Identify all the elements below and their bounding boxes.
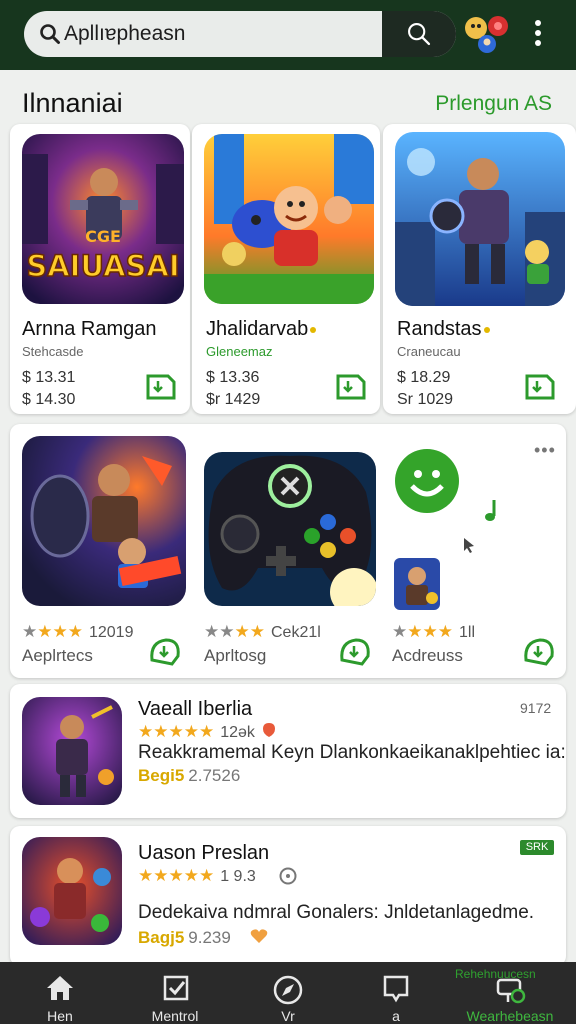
info-icon[interactable] — [278, 866, 298, 886]
install-icon[interactable] — [146, 634, 182, 668]
app-thumbnail[interactable] — [22, 436, 186, 606]
app-price-secondary: Sr 1029 — [397, 391, 454, 408]
app-thumbnail-small[interactable] — [394, 558, 440, 610]
install-icon[interactable] — [336, 634, 372, 668]
nav-manage[interactable]: Mentrol — [130, 962, 220, 1024]
home-icon — [47, 976, 73, 1000]
chat-icon — [383, 975, 409, 1003]
nav-messages[interactable]: a — [356, 962, 436, 1024]
app-thumbnail — [22, 837, 122, 945]
list-item-description: Dedekaiva ndmral Gonalers: Jnldetanlaged… — [138, 902, 535, 923]
list-item-rating: ★★★★★ 12ək — [138, 722, 255, 741]
badge-icon — [263, 723, 275, 737]
compass-icon — [273, 975, 303, 1005]
list-item-meta: Begi5 2.7526 — [138, 766, 241, 785]
heart-icon[interactable] — [250, 928, 268, 944]
app-name: Randstas — [397, 318, 490, 341]
list-item-size: 9172 — [520, 700, 552, 716]
search-bar[interactable]: Apllıɐpheasn — [24, 11, 456, 57]
app-thumbnail — [22, 697, 122, 805]
app-subtitle: Craneucau — [397, 344, 461, 359]
app-status: Acdreuss — [392, 646, 463, 665]
status-dot — [483, 327, 490, 333]
app-price: $ 13.31 — [22, 369, 76, 386]
app-card[interactable]: Jhalidarvab Gleneemaz $ 13.36 $r 1429 — [192, 124, 380, 414]
list-item-description: Reakkramemal Keyn Dlankonkaeikanaklpehti… — [138, 742, 566, 763]
app-status: Aprltosg — [204, 646, 267, 665]
install-icon[interactable] — [332, 368, 368, 402]
nav-explore[interactable]: Vr — [248, 962, 328, 1024]
cursor-icon — [464, 538, 474, 553]
app-rating: ★★★★ 12019 — [22, 622, 134, 641]
app-name: Arnna Ramgan — [22, 318, 157, 340]
list-item-title: Vaeall Iberlia — [138, 698, 253, 720]
list-item-title: Uason Preslan — [138, 842, 270, 864]
app-subtitle: Stehcasde — [22, 344, 84, 359]
app-logo-smiley-icon[interactable] — [394, 448, 460, 514]
search-icon — [408, 23, 431, 46]
search-query[interactable]: Apllıɐpheasn — [64, 22, 185, 46]
app-card[interactable]: Randstas Craneucau $ 18.29 Sr 1029 — [383, 124, 576, 414]
app-thumbnail — [204, 134, 374, 304]
more-options-icon[interactable]: ••• — [534, 440, 556, 461]
app-thumbnail[interactable] — [204, 452, 376, 606]
nav-home[interactable]: Hen — [20, 962, 100, 1024]
app-status: Aeplrtecs — [22, 646, 93, 665]
section-see-all-link[interactable]: Prlengun AS — [435, 92, 552, 116]
install-icon[interactable] — [521, 368, 557, 402]
install-icon[interactable] — [520, 634, 556, 668]
app-price: $ 13.36 — [206, 369, 260, 386]
install-icon[interactable] — [142, 368, 178, 402]
nav-account-caption: Rehehnuucesn — [455, 967, 536, 981]
app-price: $ 18.29 — [397, 369, 451, 386]
section-title: Ilnnaniai — [22, 88, 123, 118]
search-button[interactable] — [382, 11, 456, 57]
app-rating: ★★★★ 1ll — [392, 622, 475, 641]
app-subtitle: Gleneemaz — [206, 344, 273, 359]
app-rating: ★★★★ Cek21l — [204, 622, 321, 641]
list-item-meta: Bagj5 9.239 — [138, 928, 231, 947]
music-note-icon — [485, 500, 496, 521]
app-card[interactable]: CGE SAIUASAI Arnna Ramgan Stehcasde $ 13… — [10, 124, 190, 414]
top-app-bar: Apllıɐpheasn — [0, 0, 576, 70]
app-thumbnail: CGE SAIUASAI — [22, 134, 184, 304]
game-logo-small: CGE — [85, 227, 121, 246]
checklist-icon — [163, 975, 189, 1001]
search-icon — [40, 24, 60, 44]
list-item-badge: SRK — [520, 840, 554, 855]
status-dot — [310, 327, 317, 333]
app-name: Jhalidarvab — [206, 318, 317, 341]
app-price-secondary: $r 1429 — [206, 391, 261, 408]
profile-avatar-icon[interactable] — [460, 12, 512, 56]
overflow-menu-icon[interactable] — [528, 16, 548, 50]
list-item-rating: ★★★★★ 1 9.3 — [138, 866, 256, 885]
app-price-secondary: $ 14.30 — [22, 391, 76, 408]
app-thumbnail — [395, 132, 565, 306]
game-logo-title: SAIUASAI — [26, 249, 179, 283]
